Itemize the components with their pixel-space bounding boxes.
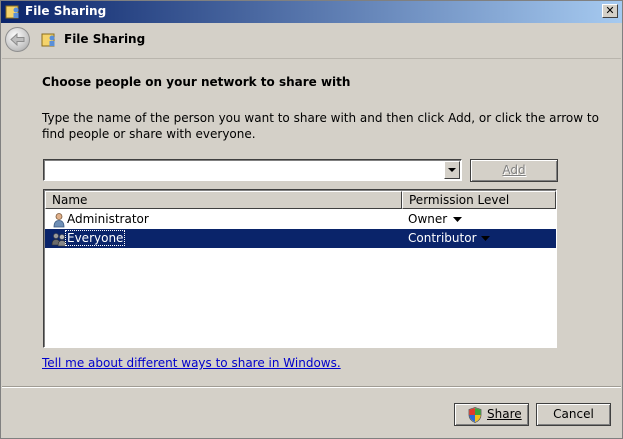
combo-dropdown-button[interactable]: [444, 161, 460, 179]
content-panel: Choose people on your network to share w…: [2, 58, 621, 387]
page-heading: Choose people on your network to share w…: [42, 75, 351, 89]
close-icon: ✕: [605, 4, 615, 17]
list-header: Name Permission Level: [45, 191, 556, 209]
person-name: Administrator: [67, 212, 149, 226]
cancel-button[interactable]: Cancel: [536, 403, 611, 426]
group-icon: [51, 233, 67, 247]
user-icon: [53, 213, 65, 228]
person-name-combobox[interactable]: [43, 159, 462, 181]
file-sharing-icon: [41, 33, 55, 47]
back-button[interactable]: [5, 27, 30, 52]
permission-level[interactable]: Owner: [408, 212, 447, 226]
add-button-label: Add: [502, 163, 526, 177]
people-list[interactable]: Name Permission Level Administrator Owne…: [43, 189, 557, 348]
instructions-text: Type the name of the person you want to …: [42, 111, 599, 141]
person-name: Everyone: [64, 230, 126, 246]
dialog-footer: Share Cancel: [2, 387, 621, 439]
navigation-bar: File Sharing: [1, 23, 622, 57]
back-arrow-icon: [10, 33, 25, 46]
column-header-permission[interactable]: Permission Level: [402, 191, 556, 209]
window-title: File Sharing: [25, 4, 107, 18]
add-button[interactable]: Add: [470, 159, 558, 182]
share-button[interactable]: Share: [454, 403, 529, 426]
close-button[interactable]: ✕: [602, 4, 618, 18]
file-sharing-icon: [5, 5, 19, 19]
list-item-administrator[interactable]: Administrator Owner: [45, 210, 556, 229]
column-header-name[interactable]: Name: [45, 191, 402, 209]
share-button-label: Share: [487, 407, 522, 421]
nav-title: File Sharing: [64, 32, 146, 46]
permission-level[interactable]: Contributor: [408, 231, 477, 245]
list-item-everyone[interactable]: Everyone Contributor: [45, 229, 556, 248]
person-name-input[interactable]: [47, 162, 443, 178]
title-bar: File Sharing ✕: [1, 1, 622, 23]
chevron-down-icon[interactable]: [481, 236, 490, 242]
file-sharing-dialog: File Sharing ✕ File Sharing Choose peopl…: [0, 0, 623, 439]
chevron-down-icon[interactable]: [453, 217, 462, 223]
help-link[interactable]: Tell me about different ways to share in…: [42, 356, 341, 370]
chevron-down-icon: [448, 168, 456, 172]
uac-shield-icon: [468, 407, 482, 423]
